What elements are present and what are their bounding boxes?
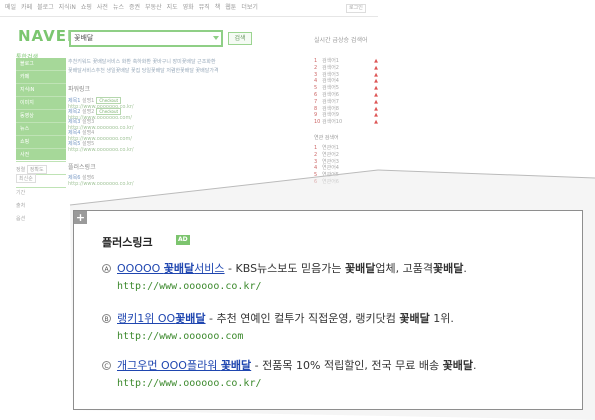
ad-url-link[interactable]: http://www.oooooo.co.kr/ [117, 378, 262, 389]
ad-title-link[interactable]: OOOOO 꽃배달서비스 [117, 262, 225, 275]
ad-description: - KBS뉴스보도 믿음가는 꽃배달업체, 고품격꽃배달. [224, 262, 467, 275]
ad-title-link[interactable]: 랭키1위 OO꽃배달 [117, 312, 206, 325]
ad-title-link[interactable]: 개그우먼 OOO플라워 꽃배달 [117, 359, 251, 372]
ad-description: - 추천 연예인 컬투가 직접운영, 랭키닷컴 꽃배달 1위. [205, 312, 454, 325]
marker-c-icon: C [102, 361, 111, 370]
ad-description: - 전품목 10% 적립할인, 전국 무료 배송 꽃배달. [251, 359, 477, 372]
plus-icon: + [74, 211, 87, 224]
marker-b-icon: B [102, 314, 111, 323]
ad-url-link[interactable]: http://www.oooooo.co.kr/ [117, 281, 262, 292]
pluslink-zoom-panel: + 플러스링크 AD A OOOOO 꽃배달서비스 - KBS뉴스보도 믿음가는… [73, 210, 583, 410]
marker-a-icon: A [102, 264, 111, 273]
pluslink-title: 플러스링크 [102, 236, 153, 249]
ad-url-link[interactable]: http://www.oooooo.com [117, 331, 243, 342]
ad-badge: AD [176, 235, 190, 245]
